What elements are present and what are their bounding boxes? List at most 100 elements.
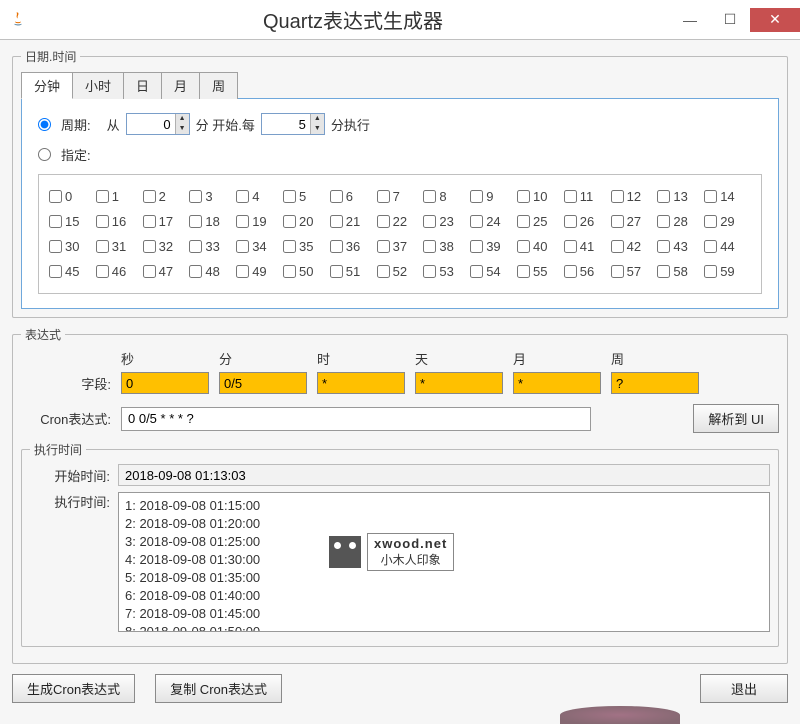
checkbox-input[interactable]: [283, 240, 296, 253]
checkbox-input[interactable]: [704, 215, 717, 228]
minute-checkbox-14[interactable]: 14: [704, 189, 751, 204]
checkbox-input[interactable]: [189, 215, 202, 228]
minute-checkbox-52[interactable]: 52: [377, 264, 424, 279]
minute-checkbox-56[interactable]: 56: [564, 264, 611, 279]
checkbox-input[interactable]: [470, 240, 483, 253]
minute-checkbox-47[interactable]: 47: [143, 264, 190, 279]
checkbox-input[interactable]: [611, 190, 624, 203]
minute-checkbox-35[interactable]: 35: [283, 239, 330, 254]
minute-checkbox-10[interactable]: 10: [517, 189, 564, 204]
minute-checkbox-15[interactable]: 15: [49, 214, 96, 229]
checkbox-input[interactable]: [189, 240, 202, 253]
generate-cron-button[interactable]: 生成Cron表达式: [12, 674, 135, 703]
minute-checkbox-44[interactable]: 44: [704, 239, 751, 254]
checkbox-input[interactable]: [564, 240, 577, 253]
checkbox-input[interactable]: [143, 240, 156, 253]
tab-日[interactable]: 日: [123, 72, 162, 99]
expr-field-秒[interactable]: [121, 372, 209, 394]
checkbox-input[interactable]: [96, 265, 109, 278]
checkbox-input[interactable]: [330, 190, 343, 203]
checkbox-input[interactable]: [704, 190, 717, 203]
minute-checkbox-9[interactable]: 9: [470, 189, 517, 204]
checkbox-input[interactable]: [189, 190, 202, 203]
tab-分钟[interactable]: 分钟: [21, 72, 73, 99]
minute-checkbox-45[interactable]: 45: [49, 264, 96, 279]
checkbox-input[interactable]: [143, 215, 156, 228]
minute-checkbox-29[interactable]: 29: [704, 214, 751, 229]
spin-up-icon[interactable]: ▲: [175, 114, 189, 124]
minute-checkbox-53[interactable]: 53: [423, 264, 470, 279]
tab-周[interactable]: 周: [199, 72, 238, 99]
checkbox-input[interactable]: [657, 240, 670, 253]
cron-input[interactable]: [121, 407, 591, 431]
checkbox-input[interactable]: [330, 215, 343, 228]
checkbox-input[interactable]: [377, 240, 390, 253]
checkbox-input[interactable]: [517, 240, 530, 253]
minute-checkbox-11[interactable]: 11: [564, 189, 611, 204]
checkbox-input[interactable]: [611, 215, 624, 228]
minute-checkbox-16[interactable]: 16: [96, 214, 143, 229]
checkbox-input[interactable]: [423, 265, 436, 278]
minute-checkbox-28[interactable]: 28: [657, 214, 704, 229]
minute-checkbox-3[interactable]: 3: [189, 189, 236, 204]
checkbox-input[interactable]: [143, 190, 156, 203]
checkbox-input[interactable]: [49, 190, 62, 203]
minute-checkbox-50[interactable]: 50: [283, 264, 330, 279]
minute-checkbox-2[interactable]: 2: [143, 189, 190, 204]
tab-小时[interactable]: 小时: [72, 72, 124, 99]
minute-checkbox-34[interactable]: 34: [236, 239, 283, 254]
minute-checkbox-30[interactable]: 30: [49, 239, 96, 254]
checkbox-input[interactable]: [517, 265, 530, 278]
minute-checkbox-8[interactable]: 8: [423, 189, 470, 204]
tab-月[interactable]: 月: [161, 72, 200, 99]
minute-checkbox-19[interactable]: 19: [236, 214, 283, 229]
checkbox-input[interactable]: [96, 240, 109, 253]
minute-checkbox-49[interactable]: 49: [236, 264, 283, 279]
checkbox-input[interactable]: [330, 265, 343, 278]
checkbox-input[interactable]: [657, 265, 670, 278]
minute-checkbox-40[interactable]: 40: [517, 239, 564, 254]
checkbox-input[interactable]: [236, 190, 249, 203]
checkbox-input[interactable]: [470, 265, 483, 278]
minute-checkbox-43[interactable]: 43: [657, 239, 704, 254]
spin-down-icon[interactable]: ▼: [310, 124, 324, 134]
minute-checkbox-38[interactable]: 38: [423, 239, 470, 254]
minute-checkbox-20[interactable]: 20: [283, 214, 330, 229]
expr-field-月[interactable]: [513, 372, 601, 394]
minute-checkbox-13[interactable]: 13: [657, 189, 704, 204]
copy-cron-button[interactable]: 复制 Cron表达式: [155, 674, 282, 703]
minute-checkbox-54[interactable]: 54: [470, 264, 517, 279]
checkbox-input[interactable]: [423, 240, 436, 253]
expr-field-分[interactable]: [219, 372, 307, 394]
checkbox-input[interactable]: [236, 240, 249, 253]
minute-checkbox-32[interactable]: 32: [143, 239, 190, 254]
spin-down-icon[interactable]: ▼: [175, 124, 189, 134]
minute-checkbox-0[interactable]: 0: [49, 189, 96, 204]
from-input[interactable]: [127, 115, 175, 134]
minute-checkbox-51[interactable]: 51: [330, 264, 377, 279]
checkbox-input[interactable]: [423, 190, 436, 203]
spin-from[interactable]: ▲▼: [126, 113, 190, 135]
checkbox-input[interactable]: [236, 215, 249, 228]
checkbox-input[interactable]: [49, 265, 62, 278]
minute-checkbox-41[interactable]: 41: [564, 239, 611, 254]
radio-period[interactable]: [38, 118, 51, 131]
checkbox-input[interactable]: [470, 215, 483, 228]
spin-up-icon[interactable]: ▲: [310, 114, 324, 124]
parse-to-ui-button[interactable]: 解析到 UI: [693, 404, 779, 433]
minute-checkbox-36[interactable]: 36: [330, 239, 377, 254]
checkbox-input[interactable]: [704, 240, 717, 253]
minute-checkbox-42[interactable]: 42: [611, 239, 658, 254]
exit-button[interactable]: 退出: [700, 674, 788, 703]
checkbox-input[interactable]: [564, 265, 577, 278]
checkbox-input[interactable]: [657, 190, 670, 203]
minute-checkbox-37[interactable]: 37: [377, 239, 424, 254]
checkbox-input[interactable]: [377, 265, 390, 278]
minute-checkbox-58[interactable]: 58: [657, 264, 704, 279]
checkbox-input[interactable]: [657, 215, 670, 228]
expr-field-时[interactable]: [317, 372, 405, 394]
minute-checkbox-57[interactable]: 57: [611, 264, 658, 279]
checkbox-input[interactable]: [377, 215, 390, 228]
minute-checkbox-7[interactable]: 7: [377, 189, 424, 204]
checkbox-input[interactable]: [611, 265, 624, 278]
